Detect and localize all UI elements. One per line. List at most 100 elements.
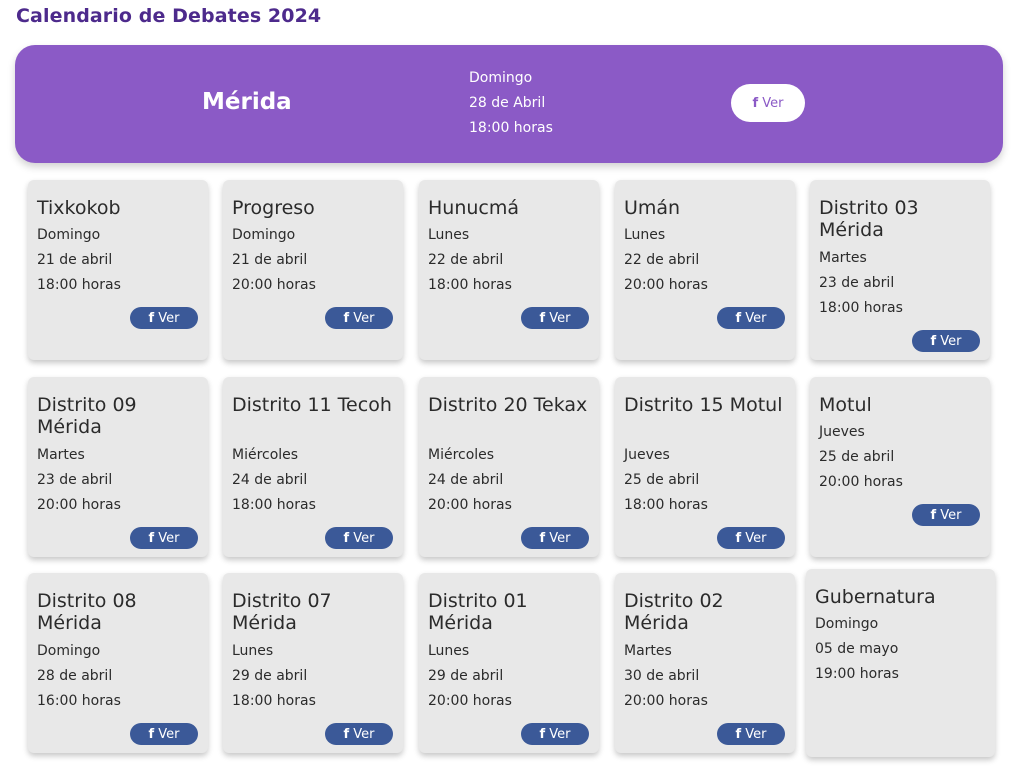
ver-facebook-button[interactable]: f Ver (717, 307, 785, 329)
facebook-icon: f (343, 310, 350, 326)
ver-facebook-button[interactable]: f Ver (325, 723, 393, 745)
facebook-icon: f (735, 310, 742, 326)
debate-card: Distrito 03 Mérida Martes 23 de abril 18:00… (810, 180, 990, 360)
debate-card: Umán Lunes 22 de abril 20:00 horas f Ver (615, 180, 795, 360)
debate-card-schedule: Martes 23 de abril 18:00 horas (819, 246, 903, 321)
facebook-icon: f (539, 726, 546, 742)
debate-card-date: 25 de abril (624, 472, 700, 488)
ver-label: Ver (158, 310, 180, 326)
debate-card-time: 20:00 horas (37, 497, 121, 513)
ver-facebook-button[interactable]: f Ver (130, 527, 198, 549)
debate-card: Distrito 11 Tecoh Miércoles 24 de abril 18:… (223, 377, 403, 557)
debate-card-day: Martes (819, 250, 867, 266)
debate-card-title: Gubernatura (815, 586, 936, 608)
facebook-icon: f (343, 530, 350, 546)
debate-card-date: 22 de abril (428, 252, 504, 268)
debate-card-schedule: Miércoles 24 de abril 18:00 horas (232, 443, 316, 518)
debate-card-time: 20:00 horas (819, 474, 903, 490)
debate-card-time: 18:00 horas (232, 693, 316, 709)
debate-card: Hunucmá Lunes 22 de abril 18:00 horas f Ver (419, 180, 599, 360)
debate-card-date: 25 de abril (819, 449, 895, 465)
debate-card: Motul Jueves 25 de abril 20:00 horas f Ver (810, 377, 990, 557)
facebook-icon: f (735, 530, 742, 546)
facebook-icon: f (148, 310, 155, 326)
debate-card-time: 19:00 horas (815, 666, 899, 682)
debate-card-schedule: Domingo 21 de abril 18:00 horas (37, 223, 121, 298)
debate-card-schedule: Martes 23 de abril 20:00 horas (37, 443, 121, 518)
debate-card-day: Lunes (624, 227, 666, 243)
facebook-icon: f (752, 95, 759, 111)
featured-ver-label: Ver (762, 95, 784, 111)
debate-card-day: Lunes (428, 227, 470, 243)
ver-facebook-button[interactable]: f Ver (521, 723, 589, 745)
debate-card-day: Domingo (37, 643, 101, 659)
debate-card: Gubernatura Domingo 05 de mayo 19:00 horas (806, 569, 995, 757)
featured-day: Domingo (469, 70, 533, 86)
debate-card-title: Distrito 01 Mérida (428, 590, 528, 634)
debate-card-title: Distrito 20 Tekax (428, 394, 588, 416)
debate-card-title: Distrito 15 Motul (624, 394, 783, 416)
ver-facebook-button[interactable]: f Ver (521, 527, 589, 549)
debate-card: Distrito 07 Mérida Lunes 29 de abril 18:00 … (223, 573, 403, 753)
facebook-icon: f (539, 530, 546, 546)
debate-card-title: Distrito 11 Tecoh (232, 394, 392, 416)
debate-card-schedule: Lunes 29 de abril 18:00 horas (232, 639, 316, 714)
ver-label: Ver (353, 310, 375, 326)
debate-card-schedule: Miércoles 24 de abril 20:00 horas (428, 443, 512, 518)
ver-label: Ver (745, 726, 767, 742)
facebook-icon: f (343, 726, 350, 742)
ver-facebook-button[interactable]: f Ver (130, 307, 198, 329)
debate-card-time: 20:00 horas (624, 277, 708, 293)
debate-card: Tixkokob Domingo 21 de abril 18:00 horas f Ve… (28, 180, 208, 360)
ver-label: Ver (745, 310, 767, 326)
facebook-icon: f (930, 507, 937, 523)
featured-ver-button[interactable]: f Ver (731, 84, 805, 122)
ver-label: Ver (940, 333, 962, 349)
debate-card-day: Miércoles (428, 447, 495, 463)
debate-card-day: Martes (37, 447, 85, 463)
ver-label: Ver (940, 507, 962, 523)
ver-facebook-button[interactable]: f Ver (521, 307, 589, 329)
debate-card-time: 20:00 horas (232, 277, 316, 293)
debate-card-title: Distrito 08 Mérida (37, 590, 137, 634)
debate-card: Progreso Domingo 21 de abril 20:00 horas f Ve… (223, 180, 403, 360)
debate-card-schedule: Lunes 22 de abril 18:00 horas (428, 223, 512, 298)
debate-card-time: 18:00 horas (232, 497, 316, 513)
debate-card-title: Motul (819, 394, 872, 416)
debate-card-schedule: Jueves 25 de abril 20:00 horas (819, 420, 903, 495)
debate-card-time: 20:00 horas (624, 693, 708, 709)
debate-card-title: Hunucmá (428, 197, 520, 219)
ver-facebook-button[interactable]: f Ver (717, 527, 785, 549)
page-title: Calendario de Debates 2024 (16, 5, 322, 27)
debate-card-time: 20:00 horas (428, 693, 512, 709)
ver-facebook-button[interactable]: f Ver (325, 307, 393, 329)
ver-label: Ver (158, 726, 180, 742)
featured-time: 18:00 horas (469, 120, 553, 136)
ver-facebook-button[interactable]: f Ver (325, 527, 393, 549)
debate-card-date: 21 de abril (37, 252, 113, 268)
debate-card-time: 18:00 horas (428, 277, 512, 293)
debate-card-title: Distrito 07 Mérida (232, 590, 332, 634)
facebook-icon: f (539, 310, 546, 326)
debate-card-day: Lunes (428, 643, 470, 659)
ver-facebook-button[interactable]: f Ver (130, 723, 198, 745)
debate-card-time: 18:00 horas (37, 277, 121, 293)
debate-card-time: 20:00 horas (428, 497, 512, 513)
featured-city: Mérida (202, 89, 292, 115)
ver-facebook-button[interactable]: f Ver (717, 723, 785, 745)
ver-facebook-button[interactable]: f Ver (912, 330, 980, 352)
debate-card: Distrito 20 Tekax Miércoles 24 de abril 20:… (419, 377, 599, 557)
debate-card-title: Umán (624, 197, 681, 219)
featured-date: 28 de Abril (469, 95, 546, 111)
facebook-icon: f (148, 530, 155, 546)
ver-label: Ver (353, 726, 375, 742)
ver-label: Ver (549, 310, 571, 326)
facebook-icon: f (735, 726, 742, 742)
ver-facebook-button[interactable]: f Ver (912, 504, 980, 526)
debate-card-title: Distrito 03 Mérida (819, 197, 919, 241)
debate-card: Distrito 01 Mérida Lunes 29 de abril 20:00 … (419, 573, 599, 753)
debate-card-day: Jueves (624, 447, 670, 463)
debate-card-schedule: Domingo 21 de abril 20:00 horas (232, 223, 316, 298)
ver-label: Ver (158, 530, 180, 546)
debate-card: Distrito 15 Motul Jueves 25 de abril 18:00 … (615, 377, 795, 557)
